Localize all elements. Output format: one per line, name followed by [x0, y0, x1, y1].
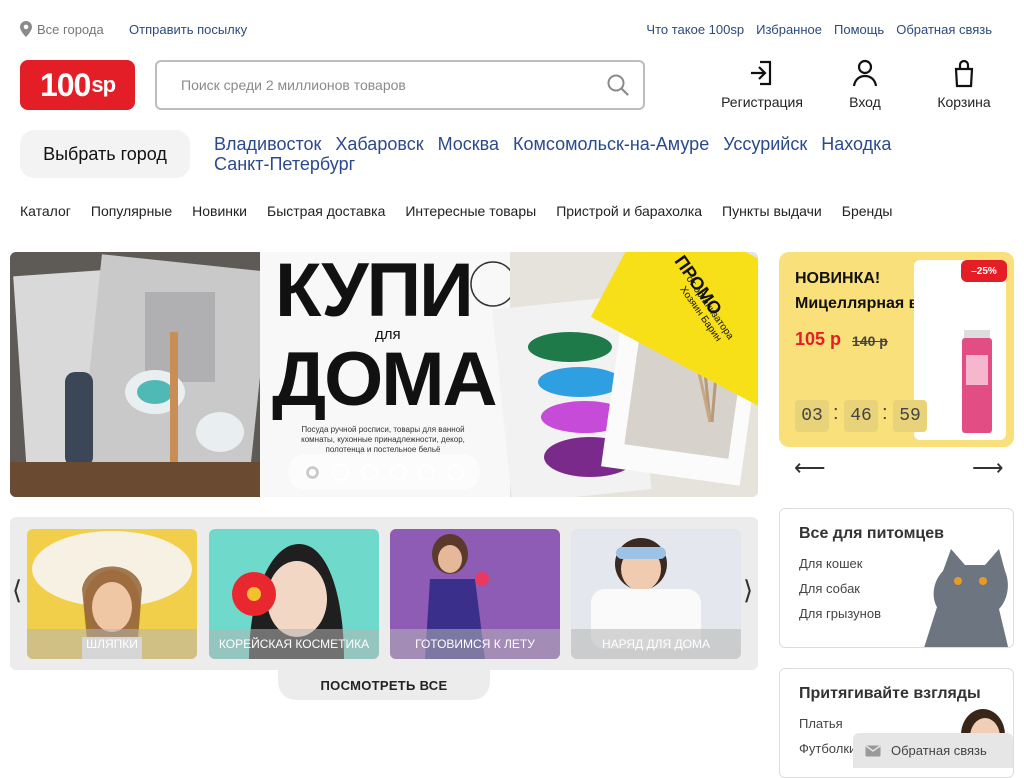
category-label: Наряд для дома [571, 629, 741, 659]
timer-separator: : [882, 402, 888, 424]
fashion-title: Притягивайте взгляды [799, 685, 981, 702]
slide-dot-1[interactable] [303, 463, 321, 481]
timer-hours: 03 [795, 400, 829, 432]
slide-dot-4[interactable] [389, 463, 407, 481]
category-card-korean-cosmetics[interactable]: Корейская косметика [209, 529, 379, 659]
city-link-nakhodka[interactable]: Находка [821, 134, 891, 154]
login-button[interactable]: Вход [815, 58, 915, 110]
fashion-link-dresses[interactable]: Платья [799, 716, 843, 731]
sign-in-icon [751, 60, 772, 86]
deal-card[interactable]: НОВИНКА! Мицеллярная вода 105 р 140 р –2… [779, 252, 1014, 447]
city-link-moscow[interactable]: Москва [438, 134, 499, 154]
deal-price: 105 р [795, 329, 842, 349]
carousel-next-icon[interactable]: ⟩ [743, 575, 753, 606]
deal-product-image[interactable] [914, 260, 1006, 440]
search-input[interactable] [181, 77, 607, 93]
promo-banner[interactable]: ПРОМО от организатора Хозяин Барин КУПИ … [10, 252, 758, 497]
deal-old-price: 140 р [852, 333, 888, 349]
category-label: Шляпки [27, 629, 197, 659]
category-label: Корейская косметика [209, 629, 379, 659]
location-pin-icon [20, 21, 32, 37]
bottle-illustration [962, 330, 992, 433]
pets-card: Все для питомцев Для кошек Для собак Для… [779, 508, 1014, 648]
city-link-vladivostok[interactable]: Владивосток [214, 134, 321, 154]
send-parcel-link[interactable]: Отправить посылку [129, 22, 247, 37]
city-selector[interactable]: Все города [20, 21, 104, 37]
nav-brands[interactable]: Бренды [842, 203, 893, 219]
banner-pagination [288, 454, 480, 490]
category-card-summer[interactable]: Готовимся к лету [390, 529, 560, 659]
deal-next-arrow-icon[interactable]: ⟶ [972, 455, 1004, 481]
banner-title-1: КУПИ [275, 252, 474, 333]
cat-photo [924, 549, 1009, 647]
nav-pickup-points[interactable]: Пункты выдачи [722, 203, 822, 219]
timer-seconds: 59 [893, 400, 927, 432]
city-link-spb[interactable]: Санкт-Петербург [214, 154, 355, 174]
search-icon[interactable] [607, 74, 629, 96]
see-all-button[interactable]: ПОСМОТРЕТЬ ВСЕ [278, 670, 490, 700]
pets-link-dogs[interactable]: Для собак [799, 581, 860, 596]
pets-title: Все для питомцев [799, 525, 944, 542]
deal-new-label: НОВИНКА! [795, 270, 881, 287]
category-carousel: ⟨ Шляпки Корейская косметика Готовимся к… [10, 517, 758, 670]
timer-minutes: 46 [844, 400, 878, 432]
nav-interesting[interactable]: Интересные товары [405, 203, 536, 219]
nav-fast-delivery[interactable]: Быстрая доставка [267, 203, 385, 219]
banner-description: Посуда ручной росписи, товары для ванной… [301, 425, 465, 454]
slide-dot-3[interactable] [361, 463, 379, 481]
login-label: Вход [849, 94, 881, 110]
city-link-khabarovsk[interactable]: Хабаровск [335, 134, 423, 154]
deal-prev-arrow-icon[interactable]: ⟵ [794, 455, 826, 481]
slide-dot-5[interactable] [418, 463, 436, 481]
city-link-ussuriysk[interactable]: Уссурийск [723, 134, 807, 154]
search-box [155, 60, 645, 110]
favorites-link[interactable]: Избранное [756, 22, 822, 37]
fashion-link-tshirts[interactable]: Футболки [799, 741, 856, 756]
user-icon [852, 59, 878, 87]
slide-dot-2[interactable] [332, 463, 350, 481]
cart-label: Корзина [937, 94, 991, 110]
banner-title-2: ДОМА [272, 337, 497, 422]
category-label: Готовимся к лету [390, 629, 560, 659]
timer-separator: : [833, 402, 839, 424]
cart-button[interactable]: Корзина [914, 58, 1014, 110]
main-nav: Каталог Популярные Новинки Быстрая доста… [20, 203, 892, 219]
discount-badge: –25% [961, 260, 1007, 282]
slide-dot-6[interactable] [447, 463, 465, 481]
city-link-komsomolsk[interactable]: Комсомольск-на-Амуре [513, 134, 709, 154]
about-link[interactable]: Что такое 100sp [646, 22, 744, 37]
choose-city-button[interactable]: Выбрать город [20, 130, 190, 178]
register-label: Регистрация [721, 94, 803, 110]
feedback-link[interactable]: Обратная связь [896, 22, 992, 37]
nav-flea-market[interactable]: Пристрой и барахолка [556, 203, 702, 219]
pets-link-rodents[interactable]: Для грызунов [799, 606, 881, 621]
nav-catalog[interactable]: Каталог [20, 203, 71, 219]
category-card-hats[interactable]: Шляпки [27, 529, 197, 659]
feedback-label: Обратная связь [891, 743, 987, 758]
bag-icon [954, 59, 974, 88]
carousel-prev-icon[interactable]: ⟨ [12, 575, 22, 606]
nav-new[interactable]: Новинки [192, 203, 247, 219]
pets-link-cats[interactable]: Для кошек [799, 556, 862, 571]
city-label: Все города [37, 21, 104, 37]
feedback-tab[interactable]: Обратная связь [853, 733, 1013, 768]
city-list: Владивосток Хабаровск Москва Комсомольск… [214, 134, 954, 174]
category-card-homewear[interactable]: Наряд для дома [571, 529, 741, 659]
nav-popular[interactable]: Популярные [91, 203, 172, 219]
help-link[interactable]: Помощь [834, 22, 884, 37]
register-button[interactable]: Регистрация [712, 58, 812, 110]
top-links: Что такое 100sp Избранное Помощь Обратна… [646, 22, 992, 37]
mail-icon [865, 744, 881, 756]
site-logo[interactable]: 100 sp [20, 60, 135, 110]
